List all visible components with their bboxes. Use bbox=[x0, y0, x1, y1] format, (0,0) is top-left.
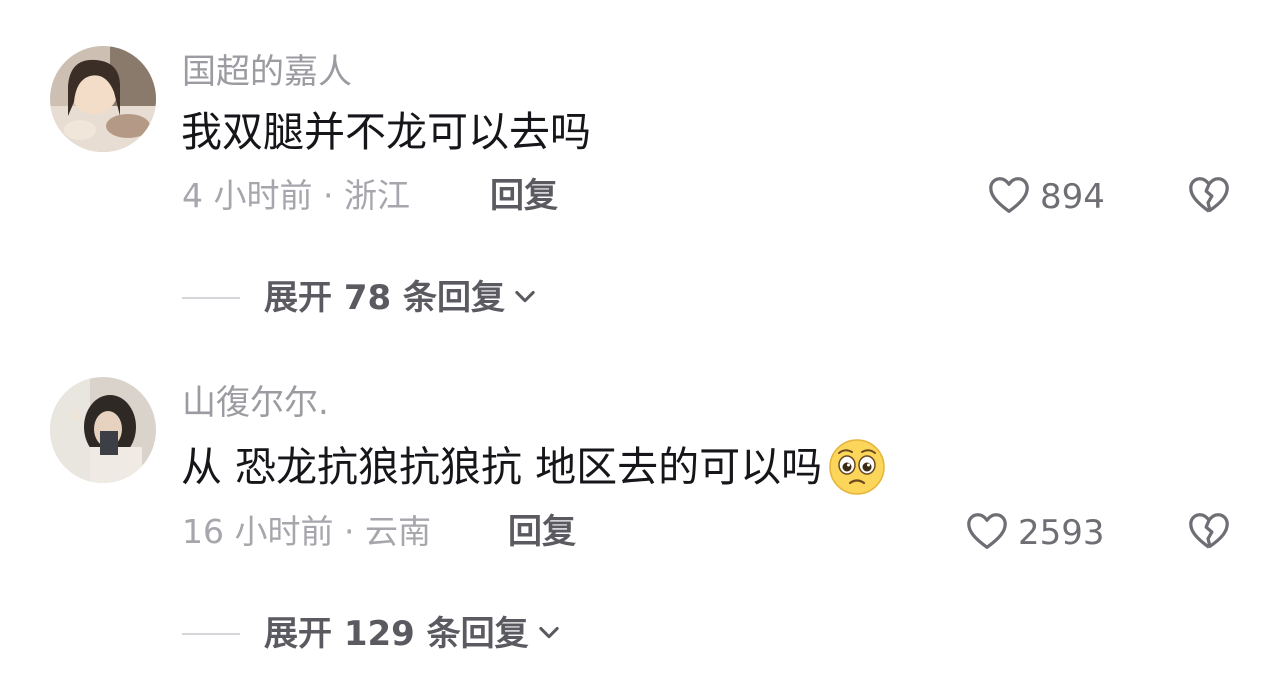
pleading-face-emoji bbox=[828, 438, 886, 496]
comment-time-location: 4 小时前 · 浙江 bbox=[182, 176, 410, 215]
comment-text-body: 我双腿并不龙可以去吗 bbox=[181, 108, 591, 156]
username[interactable]: 山復尔尔. bbox=[182, 383, 329, 423]
like-count: 894 bbox=[1040, 177, 1105, 217]
expand-replies-button[interactable]: 展开 129 条回复 bbox=[182, 614, 563, 654]
expand-replies-button[interactable]: 展开 78 条回复 bbox=[182, 278, 539, 318]
expand-replies-label: 展开 78 条回复 bbox=[264, 278, 505, 318]
broken-heart-icon bbox=[1186, 177, 1232, 222]
chevron-down-icon bbox=[511, 282, 539, 314]
comment-text: 从 恐龙抗狼抗狼抗 地区去的可以吗 bbox=[181, 438, 886, 496]
avatar[interactable] bbox=[50, 46, 156, 152]
like-count: 2593 bbox=[1018, 513, 1105, 553]
divider-line bbox=[182, 297, 240, 299]
divider-line bbox=[182, 633, 240, 635]
dislike-button[interactable] bbox=[1186, 508, 1232, 558]
dislike-button[interactable] bbox=[1186, 172, 1232, 222]
avatar[interactable] bbox=[50, 377, 156, 483]
comment-item: 国超的嘉人 我双腿并不龙可以去吗 4 小时前 · 浙江 回复 894 展开 78… bbox=[0, 0, 1284, 340]
reply-button[interactable]: 回复 bbox=[490, 176, 558, 216]
comment-item: 山復尔尔. 从 恐龙抗狼抗狼抗 地区去的可以吗 16 小时前 · 云南 回复 2… bbox=[0, 340, 1284, 679]
chevron-down-icon bbox=[535, 618, 563, 650]
heart-icon bbox=[986, 172, 1032, 222]
comment-time-location: 16 小时前 · 云南 bbox=[182, 512, 431, 551]
username[interactable]: 国超的嘉人 bbox=[182, 52, 352, 92]
comment-text: 我双腿并不龙可以去吗 bbox=[181, 107, 591, 157]
heart-icon bbox=[964, 508, 1010, 558]
broken-heart-icon bbox=[1186, 513, 1232, 558]
expand-replies-label: 展开 129 条回复 bbox=[264, 614, 529, 654]
like-button[interactable]: 2593 bbox=[964, 508, 1105, 558]
like-button[interactable]: 894 bbox=[986, 172, 1105, 222]
reply-button[interactable]: 回复 bbox=[508, 512, 576, 552]
comment-text-body: 从 恐龙抗狼抗狼抗 地区去的可以吗 bbox=[181, 443, 823, 491]
